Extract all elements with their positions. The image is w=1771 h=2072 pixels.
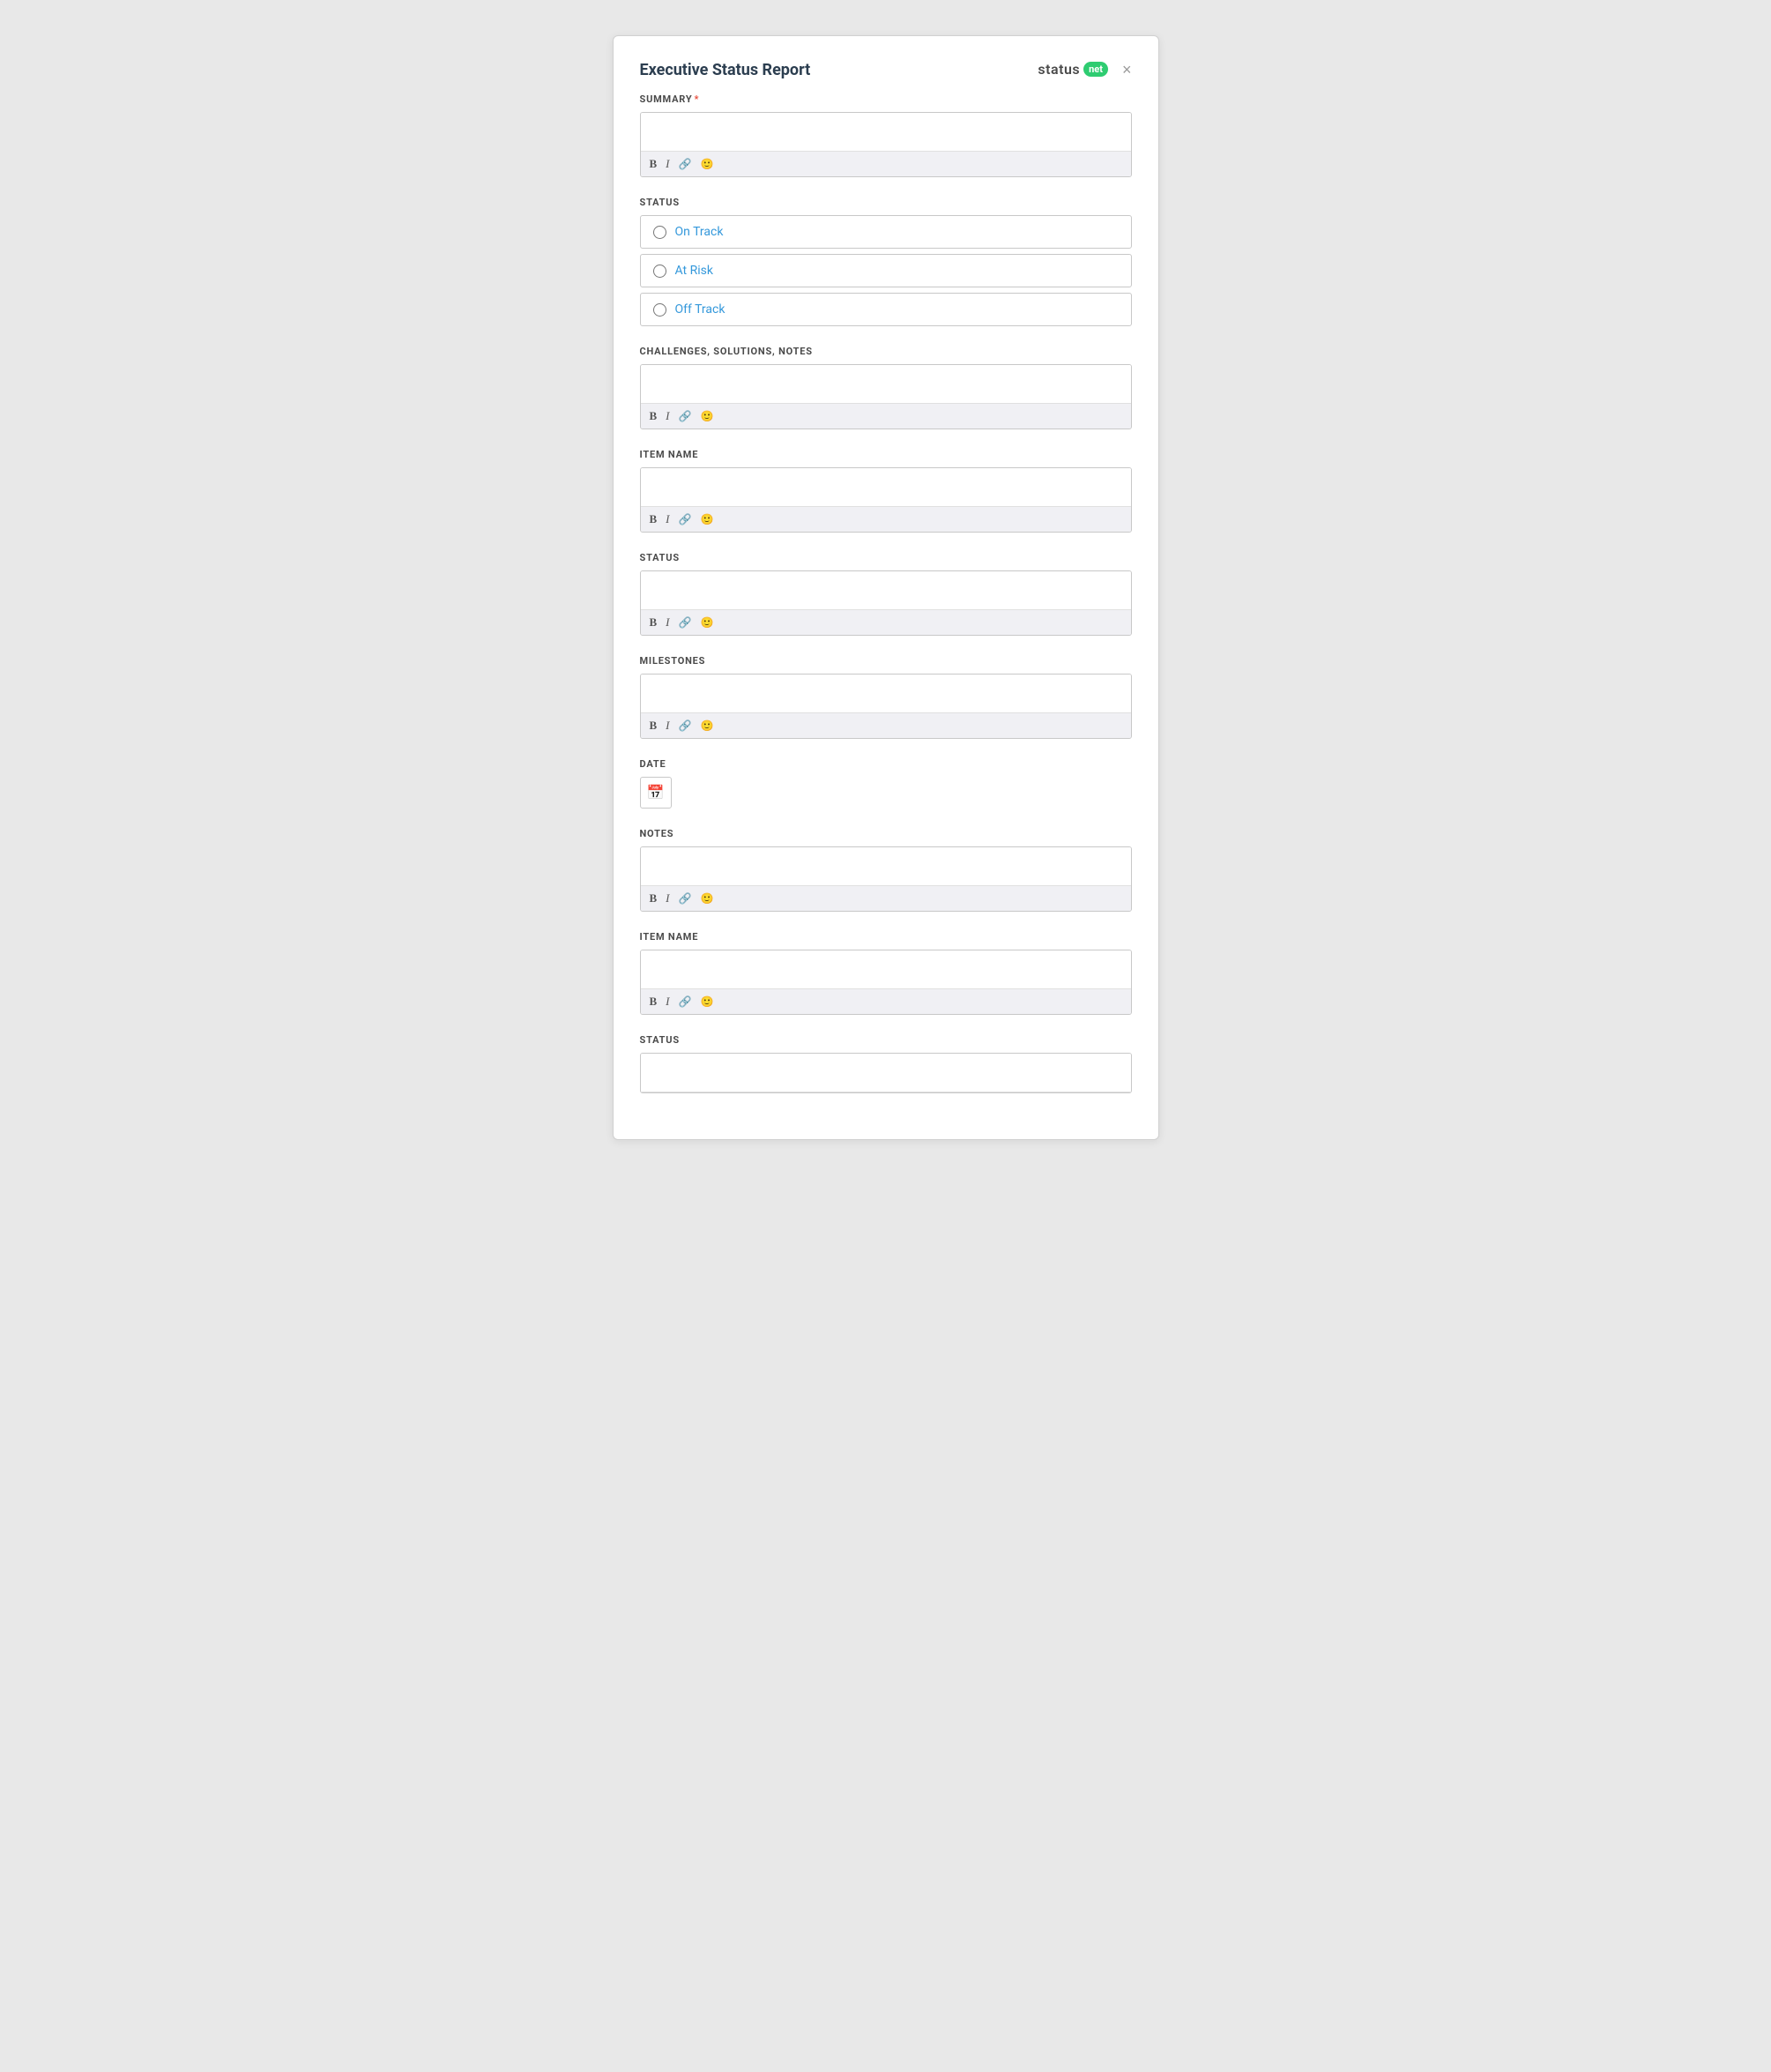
milestones-italic-button[interactable]: I <box>666 719 669 733</box>
status-2-toolbar: B I <box>641 610 1131 635</box>
modal-header: Executive Status Report status net × <box>640 61 1132 79</box>
status-2-link-button[interactable] <box>679 615 692 630</box>
status-off-track-label[interactable]: Off Track <box>675 302 726 317</box>
header-right: status net × <box>1038 61 1131 78</box>
status-2-label: STATUS <box>640 552 1132 563</box>
notes-label: NOTES <box>640 828 1132 839</box>
item-name-1-italic-button[interactable]: I <box>666 512 669 526</box>
status-2-italic-button[interactable]: I <box>666 615 669 630</box>
summary-label: SUMMARY* <box>640 93 1132 105</box>
milestones-link-button[interactable] <box>679 719 692 733</box>
challenges-editor: B I <box>640 364 1132 429</box>
item-name-1-emoji-button[interactable] <box>700 512 713 526</box>
summary-editor: B I <box>640 112 1132 177</box>
item-name-2-bold-button[interactable]: B <box>650 995 658 1009</box>
status-on-track-option[interactable]: On Track <box>640 215 1132 249</box>
challenges-section: CHALLENGES, SOLUTIONS, NOTES B I <box>640 346 1132 429</box>
notes-italic-button[interactable]: I <box>666 891 669 906</box>
status-3-content-area[interactable] <box>641 1054 1131 1092</box>
item-name-1-bold-button[interactable]: B <box>650 512 658 526</box>
challenges-italic-button[interactable]: I <box>666 409 669 423</box>
status-at-risk-radio[interactable] <box>653 265 666 278</box>
item-name-1-section: ITEM NAME B I <box>640 449 1132 533</box>
status-off-track-radio[interactable] <box>653 303 666 317</box>
notes-toolbar: B I <box>641 886 1131 911</box>
notes-section: NOTES B I <box>640 828 1132 912</box>
item-name-1-link-button[interactable] <box>679 512 692 526</box>
notes-link-button[interactable] <box>679 891 692 906</box>
summary-emoji-button[interactable] <box>700 157 713 171</box>
item-name-1-label: ITEM NAME <box>640 449 1132 460</box>
calendar-icon: 📅 <box>647 784 665 801</box>
status-3-editor <box>640 1053 1132 1093</box>
date-section: DATE 📅 <box>640 758 1132 809</box>
brand-text: status <box>1038 61 1080 78</box>
brand-badge: net <box>1083 62 1108 77</box>
item-name-2-editor: B I <box>640 950 1132 1015</box>
challenges-toolbar: B I <box>641 404 1131 429</box>
executive-status-report-modal: Executive Status Report status net × SUM… <box>613 35 1159 1140</box>
item-name-2-link-button[interactable] <box>679 995 692 1009</box>
item-name-2-emoji-button[interactable] <box>700 995 713 1009</box>
challenges-label: CHALLENGES, SOLUTIONS, NOTES <box>640 346 1132 357</box>
item-name-1-content-area[interactable] <box>641 468 1131 507</box>
required-indicator: * <box>694 93 699 105</box>
status-on-track-radio[interactable] <box>653 226 666 239</box>
status-at-risk-label[interactable]: At Risk <box>675 264 713 278</box>
notes-content-area[interactable] <box>641 847 1131 886</box>
challenges-emoji-button[interactable] <box>700 409 713 423</box>
milestones-content-area[interactable] <box>641 675 1131 713</box>
challenges-bold-button[interactable]: B <box>650 409 658 423</box>
status-2-editor: B I <box>640 570 1132 636</box>
status-on-track-label[interactable]: On Track <box>675 225 724 239</box>
status-2-emoji-button[interactable] <box>700 615 713 630</box>
status-at-risk-option[interactable]: At Risk <box>640 254 1132 287</box>
summary-content-area[interactable] <box>641 113 1131 152</box>
close-button[interactable]: × <box>1122 62 1132 78</box>
item-name-2-toolbar: B I <box>641 989 1131 1014</box>
summary-link-button[interactable] <box>679 157 692 171</box>
status-3-section: STATUS <box>640 1034 1132 1093</box>
item-name-2-label: ITEM NAME <box>640 931 1132 943</box>
status-section: STATUS On Track At Risk Off Track <box>640 197 1132 326</box>
date-picker-button[interactable]: 📅 <box>640 777 672 809</box>
milestones-section: MILESTONES B I <box>640 655 1132 739</box>
challenges-content-area[interactable] <box>641 365 1131 404</box>
status-off-track-option[interactable]: Off Track <box>640 293 1132 326</box>
notes-editor: B I <box>640 846 1132 912</box>
item-name-1-editor: B I <box>640 467 1132 533</box>
brand-logo: status net <box>1038 61 1108 78</box>
notes-bold-button[interactable]: B <box>650 891 658 906</box>
milestones-bold-button[interactable]: B <box>650 719 658 733</box>
status-2-content-area[interactable] <box>641 571 1131 610</box>
status-label: STATUS <box>640 197 1132 208</box>
summary-toolbar: B I <box>641 152 1131 176</box>
modal-title-group: Executive Status Report <box>640 61 811 79</box>
milestones-editor: B I <box>640 674 1132 739</box>
milestones-label: MILESTONES <box>640 655 1132 667</box>
milestones-toolbar: B I <box>641 713 1131 738</box>
item-name-1-toolbar: B I <box>641 507 1131 532</box>
challenges-link-button[interactable] <box>679 409 692 423</box>
notes-emoji-button[interactable] <box>700 891 713 906</box>
summary-bold-button[interactable]: B <box>650 157 658 171</box>
modal-title: Executive Status Report <box>640 61 811 79</box>
summary-section: SUMMARY* B I <box>640 93 1132 177</box>
summary-italic-button[interactable]: I <box>666 157 669 171</box>
item-name-2-italic-button[interactable]: I <box>666 995 669 1009</box>
status-3-label: STATUS <box>640 1034 1132 1046</box>
item-name-2-section: ITEM NAME B I <box>640 931 1132 1015</box>
status-2-bold-button[interactable]: B <box>650 615 658 630</box>
item-name-2-content-area[interactable] <box>641 950 1131 989</box>
status-2-section: STATUS B I <box>640 552 1132 636</box>
milestones-emoji-button[interactable] <box>700 719 713 733</box>
date-label: DATE <box>640 758 1132 770</box>
